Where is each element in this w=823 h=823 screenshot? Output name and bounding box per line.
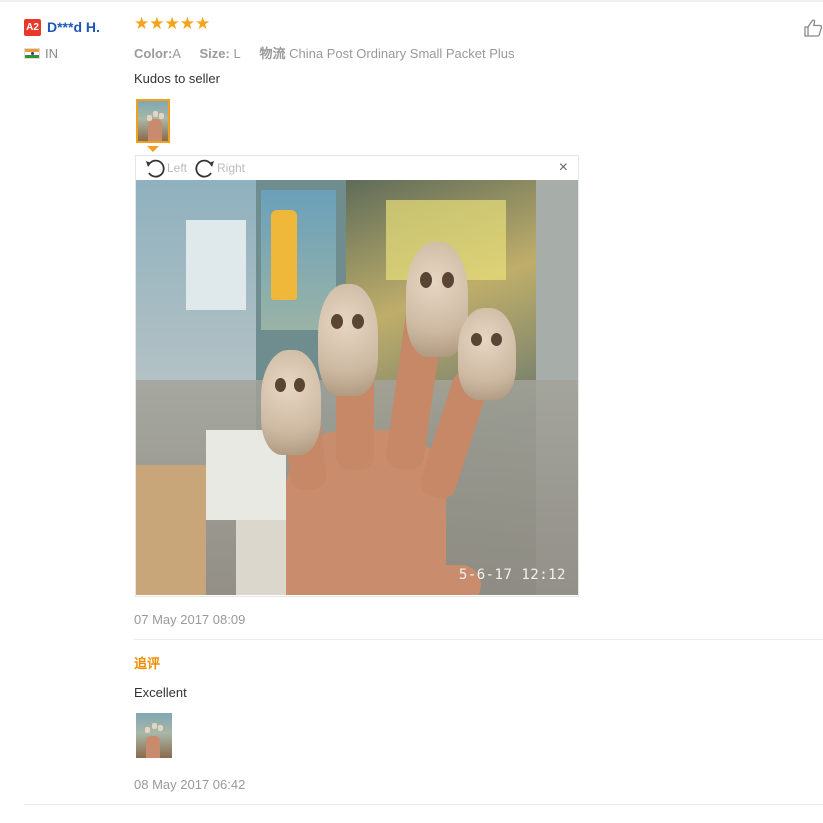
rotate-left-button[interactable]: Left: [144, 158, 187, 178]
rotate-right-icon: [195, 159, 214, 178]
review-sku-info: Color:A Size: L 物流 China Post Ordinary S…: [134, 43, 515, 62]
followup-divider: [134, 639, 823, 640]
shipping-value: China Post Ordinary Small Packet Plus: [289, 46, 515, 61]
thumbnail-pointer: [147, 146, 159, 152]
shipping-label: 物流: [259, 46, 286, 61]
rotate-left-label: Left: [167, 161, 188, 175]
followup-title: 追评: [134, 656, 161, 671]
photo-timestamp: 5-6-17 12:12: [458, 567, 566, 583]
followup-text: Excellent: [134, 685, 187, 700]
review-text: Kudos to seller: [134, 71, 220, 86]
star-rating: ★★★★★: [134, 14, 211, 33]
color-value: A: [172, 46, 181, 61]
size-value: L: [233, 46, 241, 61]
followup-photo-thumbnail[interactable]: [136, 713, 172, 758]
buyer-level-badge: A2: [24, 18, 41, 36]
rotate-left-icon: [146, 159, 165, 178]
reviewer-name: D***d H.: [47, 19, 100, 35]
bottom-divider: [24, 804, 823, 805]
reviewer-country: IN: [45, 46, 58, 61]
color-label: Color:: [134, 46, 173, 61]
review-date: 07 May 2017 08:09: [134, 612, 246, 627]
followup-date: 08 May 2017 06:42: [134, 777, 246, 792]
viewer-toolbar: Left Right ×: [136, 156, 578, 180]
thumbs-up-icon[interactable]: [803, 18, 823, 38]
india-flag-icon: [24, 48, 40, 59]
rotate-right-label: Right: [217, 161, 246, 175]
reviewer-info: A2 D***d H. IN: [24, 17, 100, 61]
photo-viewer: Left Right × 5-6-17 12:12: [135, 155, 579, 597]
size-label: Size:: [199, 46, 230, 61]
close-icon[interactable]: ×: [559, 159, 568, 177]
top-divider: [0, 0, 823, 2]
review-photo: 5-6-17 12:12: [136, 180, 578, 595]
rotate-right-button[interactable]: Right: [194, 158, 245, 178]
review-photo-thumbnail[interactable]: [136, 99, 170, 143]
